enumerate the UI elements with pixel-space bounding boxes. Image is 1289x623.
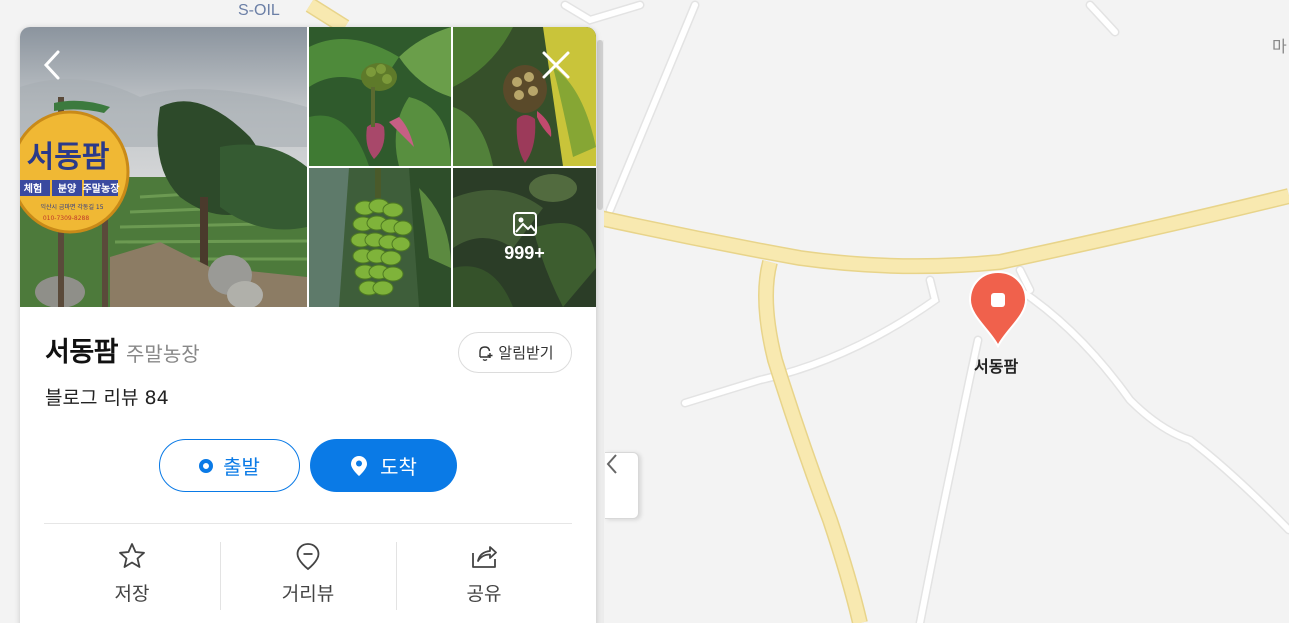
sign-tag-0: 체험 — [24, 182, 42, 195]
save-label: 저장 — [114, 583, 150, 605]
map-label-corner: 마 — [1272, 39, 1287, 56]
sign-tag-1: 분양 — [58, 183, 77, 195]
map-poi-label: 서동팜 — [974, 357, 1019, 376]
place-category: 주말농장 — [126, 342, 200, 366]
streetview-label: 거리뷰 — [281, 583, 335, 605]
photo-banana-flower-1[interactable] — [309, 27, 451, 166]
image-icon — [512, 212, 537, 236]
more-photos-overlay: 999+ — [453, 168, 596, 307]
origin-dot-icon — [199, 458, 214, 473]
arrive-button-label: 도착 — [380, 455, 417, 479]
map-label-soil: S-OIL — [238, 2, 280, 19]
back-button[interactable] — [38, 49, 70, 81]
star-icon — [119, 543, 145, 568]
photo-banana-flower-2[interactable] — [453, 27, 596, 166]
divider — [44, 523, 572, 524]
bell-plus-icon — [479, 345, 493, 361]
photo-more[interactable]: 999+ — [453, 168, 596, 307]
close-button[interactable] — [540, 49, 572, 81]
more-photos-count: 999+ — [504, 243, 545, 263]
depart-button-label: 출발 — [223, 455, 260, 479]
location-pin-icon — [296, 543, 320, 571]
blog-review-link[interactable]: 블로그 리뷰 84 — [45, 383, 169, 410]
arrive-button[interactable]: 도착 — [310, 439, 457, 492]
sign-name: 서동팜 — [27, 140, 110, 175]
close-icon — [542, 51, 570, 79]
depart-button[interactable]: 출발 — [159, 439, 300, 492]
marker-pin-icon — [968, 270, 1028, 349]
alert-button-label: 알림받기 — [498, 344, 554, 362]
streetview-button[interactable]: 거리뷰 — [220, 541, 396, 611]
action-bar: 저장 거리뷰 공유 — [44, 541, 572, 611]
place-detail-panel: 서동팜 체험 분양 주말농장 익산시 금마면 각동길 15 010-7309-8… — [20, 27, 596, 623]
alert-button[interactable]: 알림받기 — [458, 332, 572, 373]
chevron-left-icon — [606, 454, 617, 474]
place-title-row: 서동팜 주말농장 — [45, 330, 200, 369]
place-marker[interactable] — [968, 270, 1028, 350]
share-label: 공유 — [466, 583, 502, 605]
location-pin-icon — [351, 455, 368, 476]
chevron-left-icon — [43, 50, 60, 80]
panel-scrollbar[interactable] — [596, 40, 604, 623]
place-name: 서동팜 — [45, 337, 119, 368]
scrollbar-thumb[interactable] — [597, 40, 603, 210]
share-button[interactable]: 공유 — [396, 541, 572, 611]
photo-green-bananas[interactable] — [309, 168, 451, 307]
sign-tag-2: 주말농장 — [83, 182, 121, 195]
share-icon — [472, 546, 497, 568]
sign-address: 익산시 금마면 각동길 15 — [40, 203, 103, 211]
save-button[interactable]: 저장 — [44, 541, 220, 611]
photo-grid: 서동팜 체험 분양 주말농장 익산시 금마면 각동길 15 010-7309-8… — [20, 27, 596, 307]
collapse-panel-button[interactable] — [605, 452, 639, 519]
sign-phone: 010-7309-8288 — [43, 215, 90, 222]
